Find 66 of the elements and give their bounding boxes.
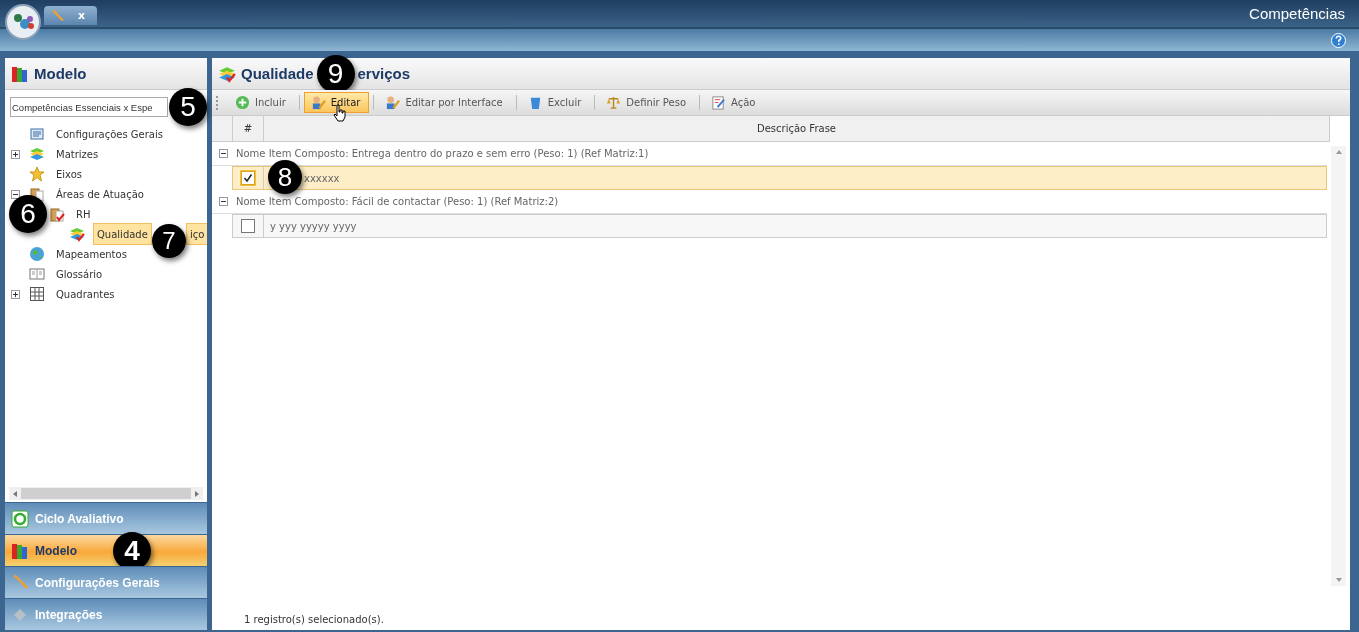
binders-icon	[11, 541, 29, 560]
callout-marker: 8	[268, 160, 302, 194]
table-cell: xxxxxx	[304, 172, 340, 184]
expand-toggle[interactable]	[11, 189, 20, 199]
cycle-icon	[11, 509, 29, 528]
edit-icon	[310, 95, 326, 110]
scroll-right-icon[interactable]	[195, 490, 199, 497]
search-field[interactable]: Competências Essenciais x Espe	[10, 97, 168, 117]
horizontal-scrollbar[interactable]	[9, 487, 203, 500]
tree-item[interactable]: Configurações Gerais	[53, 124, 166, 144]
callout-marker: 7	[151, 224, 186, 258]
grid-icon	[29, 286, 45, 302]
app-title: Competências	[1249, 5, 1345, 22]
scroll-down-icon[interactable]	[1335, 578, 1342, 582]
edit-icon	[385, 95, 401, 110]
status-text: 1 registro(s) selecionado(s).	[244, 613, 384, 625]
expand-toggle[interactable]	[11, 289, 20, 299]
scale-icon	[606, 95, 622, 110]
toolbar-button[interactable]: Ação	[704, 92, 765, 113]
collapse-toggle[interactable]	[219, 197, 228, 206]
group-label: Nome Item Composto: Fácil de contactar (Peso: 1) (Ref Matriz:2)	[236, 196, 559, 207]
layers-icon	[218, 64, 236, 83]
globe-icon	[29, 246, 45, 262]
tree-item[interactable]: iço	[185, 223, 207, 245]
book-icon	[29, 266, 45, 282]
tree-item[interactable]: Qualidade	[93, 223, 152, 245]
tree-item[interactable]: Eixos	[53, 164, 86, 184]
add-icon	[235, 95, 250, 110]
checkbox[interactable]	[241, 219, 255, 233]
panel-title: Qualidade	[241, 65, 314, 82]
layers-check-icon	[69, 226, 85, 242]
binders-icon	[11, 64, 29, 83]
column-header: Descrição Frase	[756, 122, 837, 136]
toolbar-button[interactable]: Excluir	[520, 92, 591, 113]
table-row[interactable]: y yyy yyyyy yyyy	[232, 214, 1327, 238]
folder-check-icon	[49, 206, 65, 222]
tree-item[interactable]: RH	[73, 204, 94, 224]
toolbar-button[interactable]: Definir Peso	[599, 92, 695, 113]
table-cell: y yyy yyyyy yyyy	[270, 220, 357, 232]
tree-item[interactable]: Mapeamentos	[53, 244, 130, 264]
expand-toggle[interactable]	[11, 149, 20, 159]
action-icon	[711, 95, 726, 110]
vertical-scrollbar[interactable]	[1331, 146, 1346, 586]
settings-icon	[29, 126, 45, 142]
checkbox[interactable]	[241, 171, 255, 185]
toolbar-button[interactable]: Editar	[303, 92, 370, 113]
tree-item[interactable]: Quadrantes	[53, 284, 118, 304]
tree-item[interactable]: Áreas de Atuação	[53, 184, 147, 204]
layers-icon	[29, 146, 45, 162]
callout-marker: 6	[9, 195, 47, 233]
nav-item[interactable]: Modelo 4	[5, 534, 207, 566]
collapse-toggle[interactable]	[219, 149, 228, 158]
panel-title: erviços	[357, 65, 411, 82]
column-header: #	[233, 116, 264, 141]
tree-item[interactable]: Glossário	[53, 264, 106, 284]
hand-cursor-icon	[333, 104, 347, 122]
panel-title: Modelo	[34, 65, 87, 82]
group-label: Nome Item Composto: Entrega dentro do prazo e sem erro (Peso: 1) (Ref Matriz:1)	[236, 148, 649, 159]
toolbar-button[interactable]: Editar por Interface	[378, 92, 512, 113]
scroll-left-icon[interactable]	[13, 490, 17, 497]
help-icon[interactable]	[1331, 32, 1346, 48]
star-icon	[29, 166, 45, 182]
callout-marker: 5	[169, 88, 207, 126]
scroll-up-icon[interactable]	[1335, 150, 1342, 154]
tree-item[interactable]: Matrizes	[53, 144, 102, 164]
toolbar-button[interactable]: Incluir	[228, 92, 295, 113]
